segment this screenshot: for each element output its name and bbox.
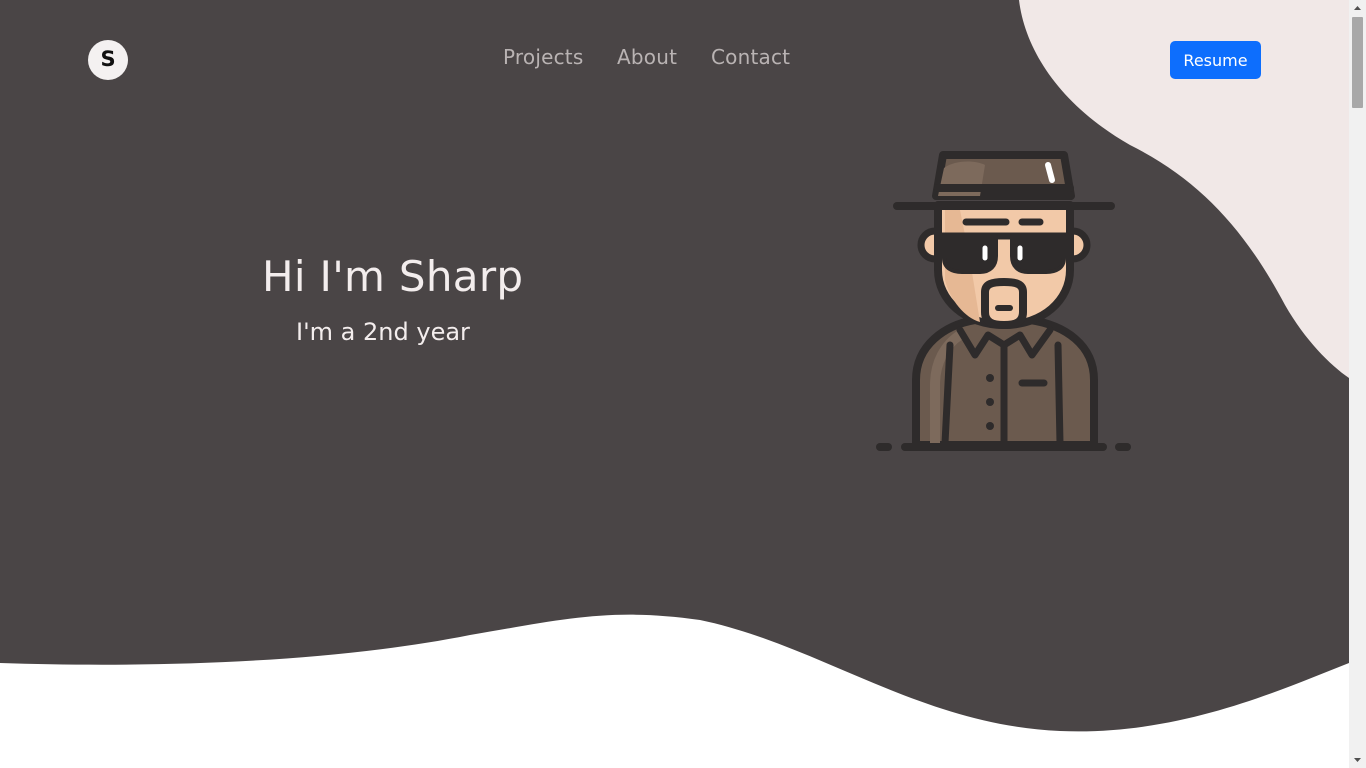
arrow-up-icon[interactable] [1349,0,1366,17]
hero-subtitle: I'm a 2nd year [296,318,470,346]
resume-button[interactable]: Resume [1170,41,1261,79]
arrow-down-icon[interactable] [1349,751,1366,768]
scrollbar-thumb[interactable] [1352,17,1363,108]
logo-letter: S [100,47,116,71]
bottom-wave [0,614,1349,768]
nav-link-projects[interactable]: Projects [503,45,583,69]
page: S Projects About Contact Resume Hi I'm S… [0,0,1349,768]
logo[interactable]: S [88,40,128,80]
page-scrollbar[interactable] [1349,0,1366,768]
background-shapes [0,0,1349,768]
hero-title: Hi I'm Sharp [262,252,524,301]
nav-link-about[interactable]: About [617,45,677,69]
nav-link-contact[interactable]: Contact [711,45,790,69]
detective-avatar-icon [876,151,1131,451]
